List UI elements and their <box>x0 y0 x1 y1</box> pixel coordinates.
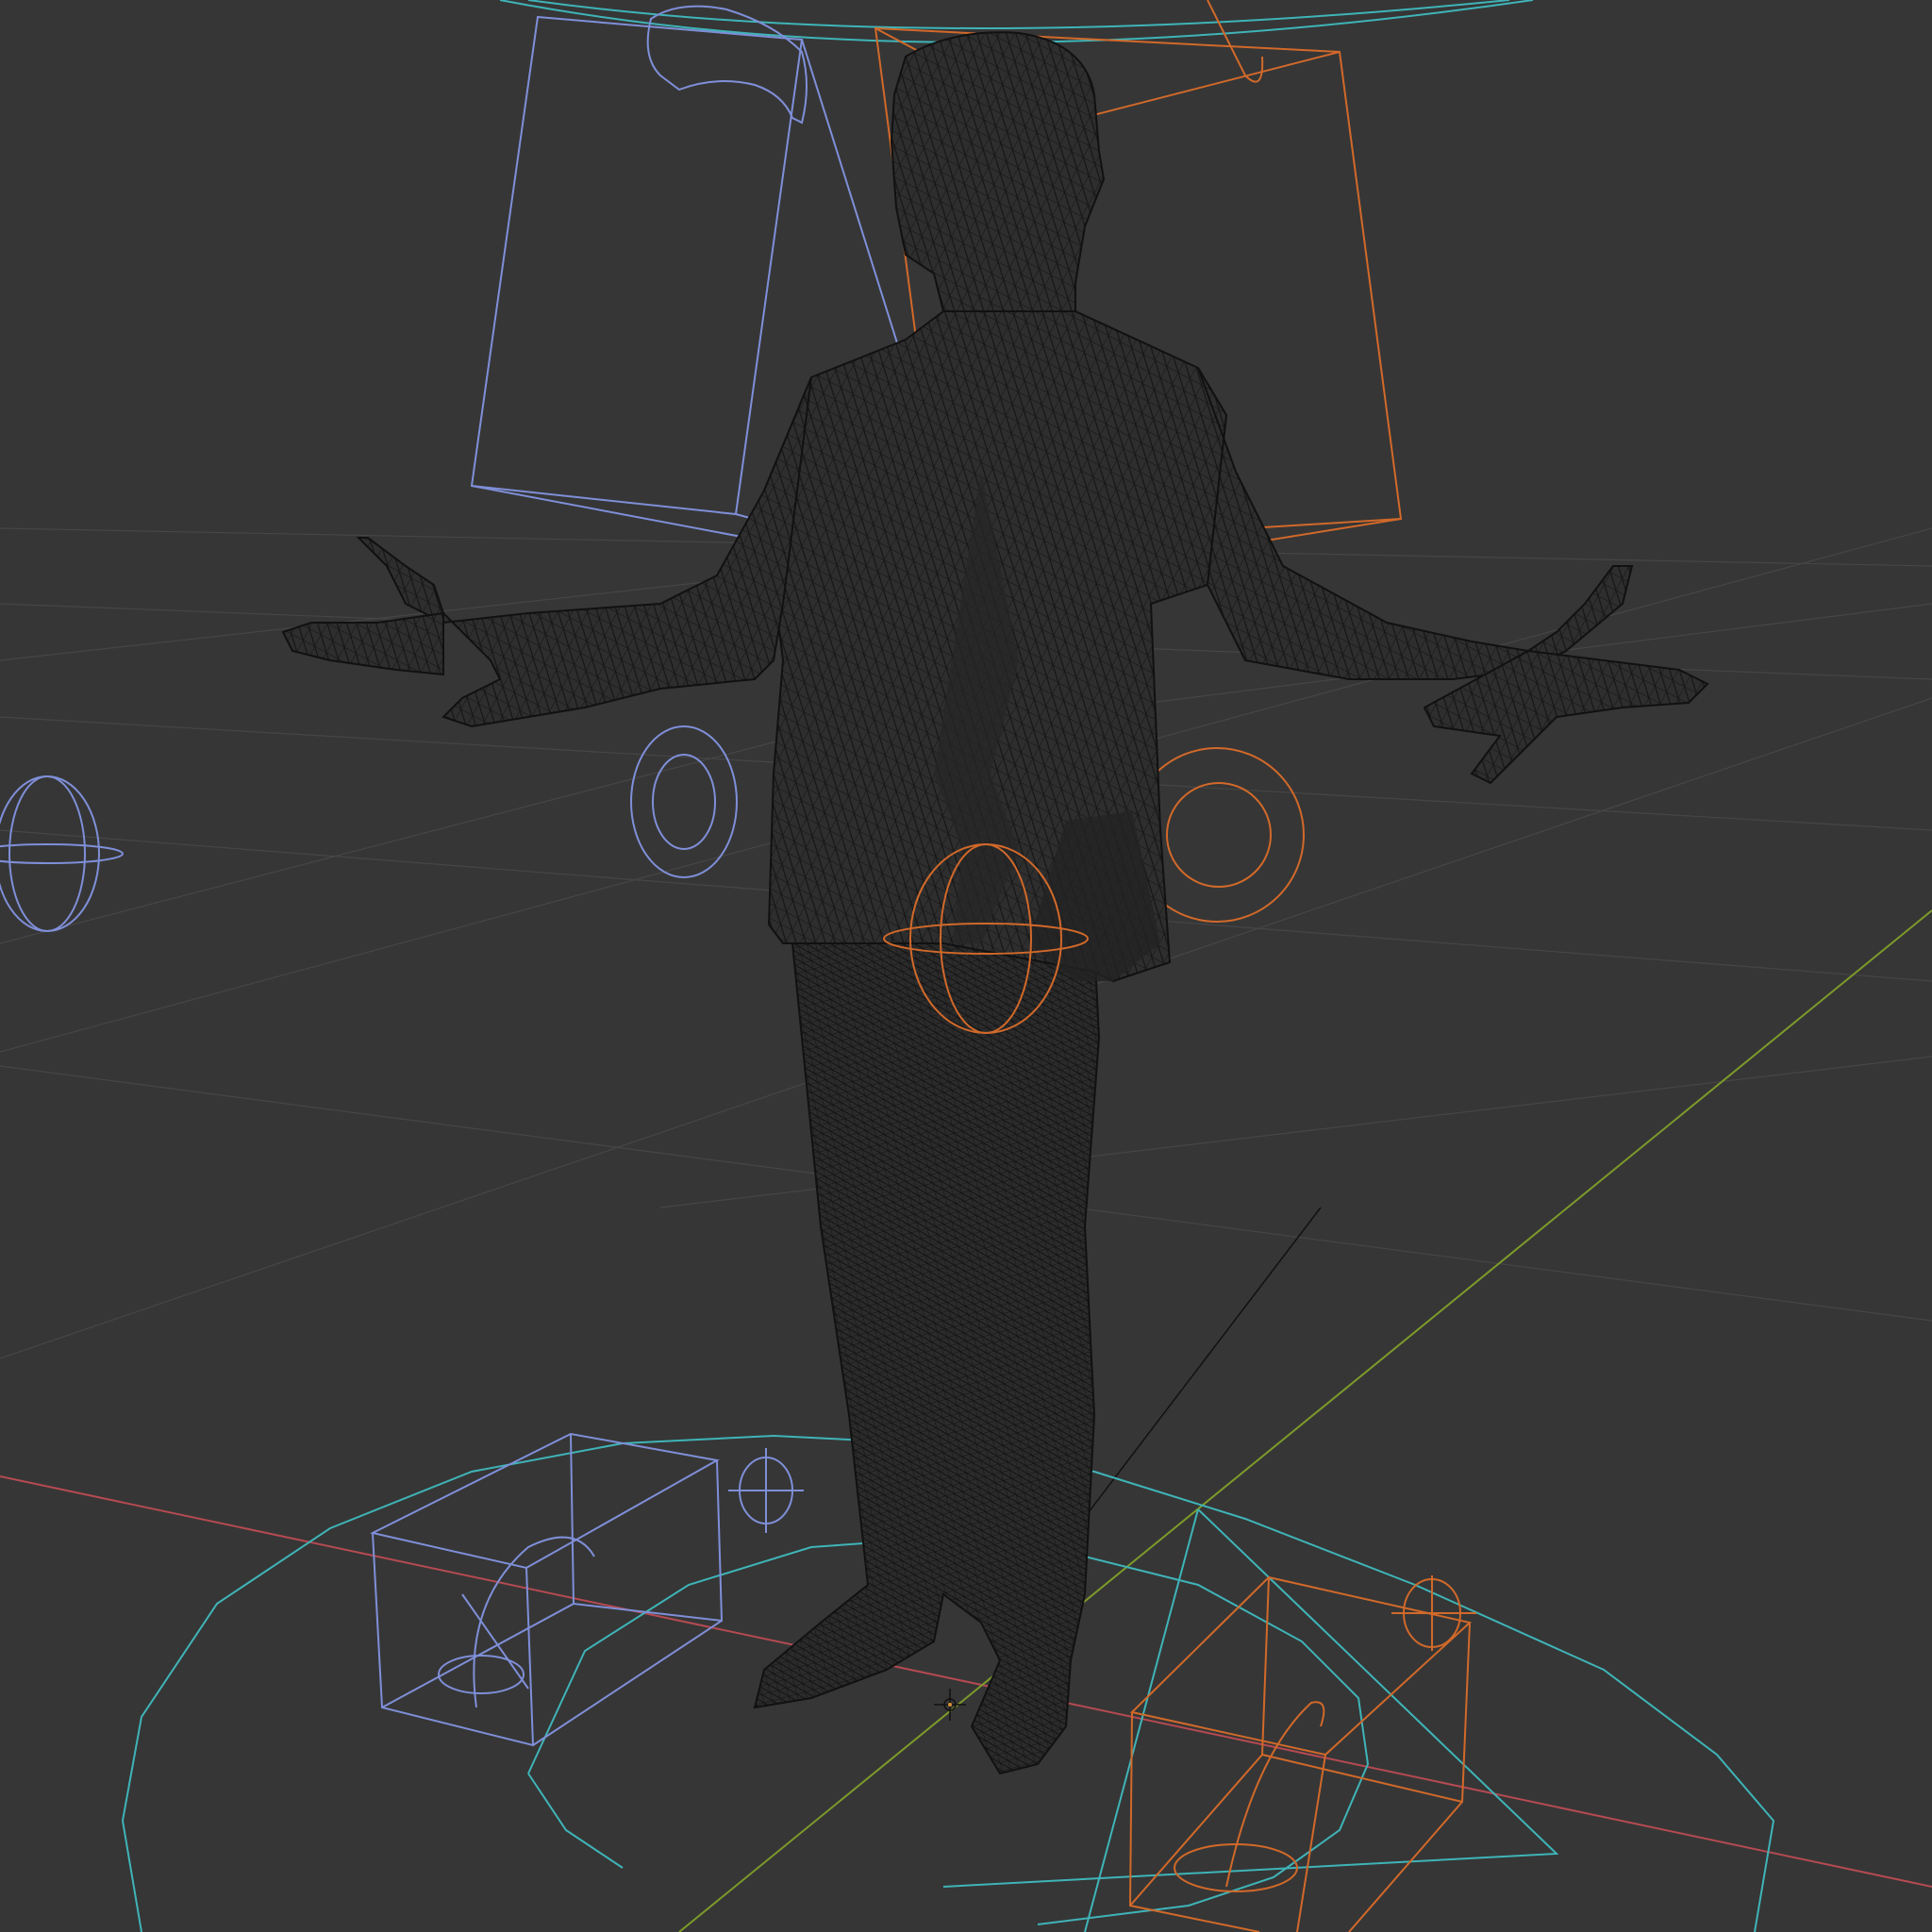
control-gizmo-blue[interactable] <box>728 1448 804 1533</box>
viewport-canvas[interactable] <box>0 0 1932 1932</box>
control-circle-blue-hip[interactable] <box>630 725 738 878</box>
control-gizmo-orange[interactable] <box>1391 1575 1476 1651</box>
control-sphere-blue[interactable] <box>0 775 124 932</box>
3d-cursor-icon <box>934 1689 966 1721</box>
3d-viewport[interactable] <box>0 0 1932 1932</box>
foot-box-orange[interactable] <box>1128 1575 1473 1932</box>
foot-box-blue[interactable] <box>370 1432 724 1747</box>
character-mesh[interactable] <box>281 31 1709 1775</box>
